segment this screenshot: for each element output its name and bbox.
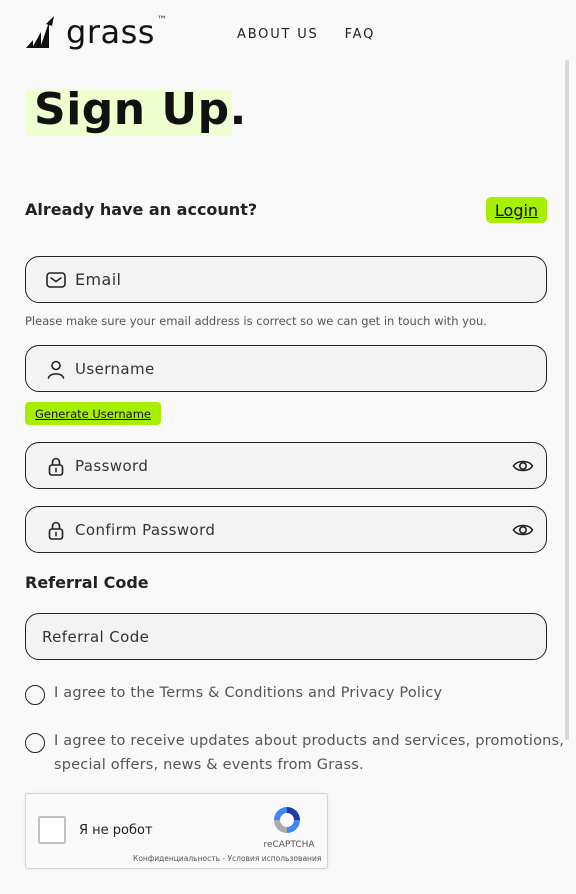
username-placeholder: Username: [75, 359, 155, 378]
referral-code-placeholder: Referral Code: [42, 627, 150, 646]
nav-faq[interactable]: FAQ: [345, 27, 376, 42]
referral-code-label: Referral Code: [25, 573, 149, 592]
lock-icon: [45, 455, 67, 477]
nav-about-us[interactable]: ABOUT US: [237, 27, 319, 42]
password-field[interactable]: Password: [25, 442, 547, 489]
generate-username-button[interactable]: Generate Username: [25, 402, 161, 425]
email-placeholder: Email: [75, 270, 122, 289]
terms-label: I agree to the Terms & Conditions and Pr…: [54, 685, 443, 701]
email-hint: Please make sure your email address is c…: [25, 314, 487, 328]
site-header: grass ™ ABOUT US FAQ: [0, 0, 576, 70]
page-title: Sign Up.: [34, 84, 247, 135]
updates-label-line-2: special offers, news & events from Grass…: [54, 757, 364, 773]
username-field[interactable]: Username: [25, 345, 547, 392]
referral-code-field[interactable]: Referral Code: [25, 613, 547, 660]
login-button[interactable]: Login: [486, 197, 547, 223]
recaptcha-brand: reCAPTCHA: [263, 840, 315, 850]
updates-checkbox[interactable]: [25, 733, 45, 753]
scrollbar[interactable]: [565, 60, 569, 740]
eye-icon[interactable]: [512, 519, 534, 541]
main-nav: ABOUT US FAQ: [237, 27, 375, 42]
updates-label-line-1: I agree to receive updates about product…: [54, 733, 565, 749]
page-title-block: Sign Up.: [24, 84, 247, 136]
confirm-password-placeholder: Confirm Password: [75, 520, 216, 539]
lock-icon: [45, 519, 67, 541]
recaptcha-checkbox[interactable]: [38, 816, 66, 844]
grass-logo-icon: [26, 16, 54, 48]
user-icon: [45, 358, 67, 380]
recaptcha-icon: [274, 807, 300, 833]
grass-logo[interactable]: grass ™: [24, 14, 167, 50]
mail-icon: [45, 269, 67, 291]
already-have-account-text: Already have an account?: [25, 200, 258, 219]
email-field[interactable]: Email: [25, 256, 547, 303]
confirm-password-field[interactable]: Confirm Password: [25, 506, 547, 553]
brand-name: grass: [66, 13, 155, 51]
recaptcha-widget: Я не робот reCAPTCHA Конфиденциальность …: [25, 793, 328, 869]
password-placeholder: Password: [75, 456, 149, 475]
recaptcha-label: Я не робот: [79, 823, 153, 838]
trademark-mark: ™: [156, 14, 167, 26]
recaptcha-links[interactable]: Конфиденциальность - Условия использован…: [133, 854, 321, 863]
terms-checkbox[interactable]: [25, 685, 45, 705]
eye-icon[interactable]: [512, 455, 534, 477]
